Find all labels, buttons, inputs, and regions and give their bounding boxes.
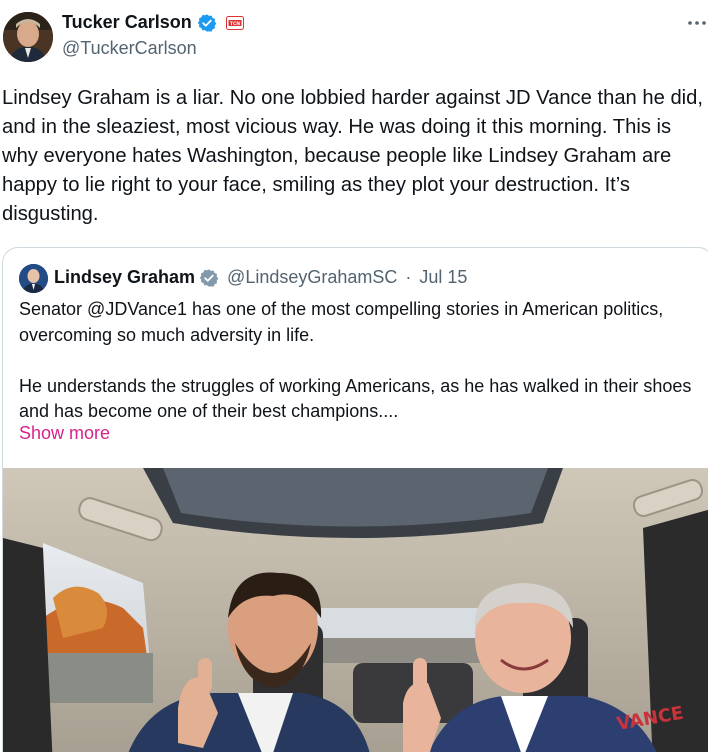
author-display-name[interactable]: Tucker Carlson	[62, 12, 192, 33]
author-handle[interactable]: @TuckerCarlson	[62, 38, 197, 59]
quote-author-row: Lindsey Graham @LindseyGrahamSC · Jul 15	[54, 267, 467, 288]
quote-text: Senator @JDVance1 has one of the most co…	[19, 299, 692, 421]
show-more-link[interactable]: Show more	[19, 423, 110, 444]
quote-handle[interactable]: @LindseyGrahamSC	[227, 267, 397, 288]
author-avatar[interactable]	[3, 12, 53, 62]
tweet-header: Tucker Carlson TCN @TuckerCarlson	[0, 0, 708, 70]
quote-photo[interactable]: VANCE	[3, 468, 708, 752]
author-name-row: Tucker Carlson TCN	[62, 12, 244, 33]
quoted-tweet[interactable]: Lindsey Graham @LindseyGrahamSC · Jul 15…	[2, 247, 708, 752]
quote-display-name[interactable]: Lindsey Graham	[54, 267, 195, 288]
verified-badge-icon	[197, 13, 216, 32]
affiliate-badge-text: TCN	[230, 21, 240, 27]
tweet-text: Lindsey Graham is a liar. No one lobbied…	[2, 87, 704, 225]
affiliate-logo-icon[interactable]: TCN	[225, 15, 244, 30]
more-options-icon[interactable]	[686, 12, 708, 34]
quote-separator: ·	[405, 267, 412, 287]
quote-verified-badge-icon	[199, 268, 219, 287]
quote-author-avatar[interactable]	[19, 264, 48, 293]
car-selfie-image: VANCE	[3, 468, 708, 752]
quote-date[interactable]: Jul 15	[419, 267, 467, 288]
